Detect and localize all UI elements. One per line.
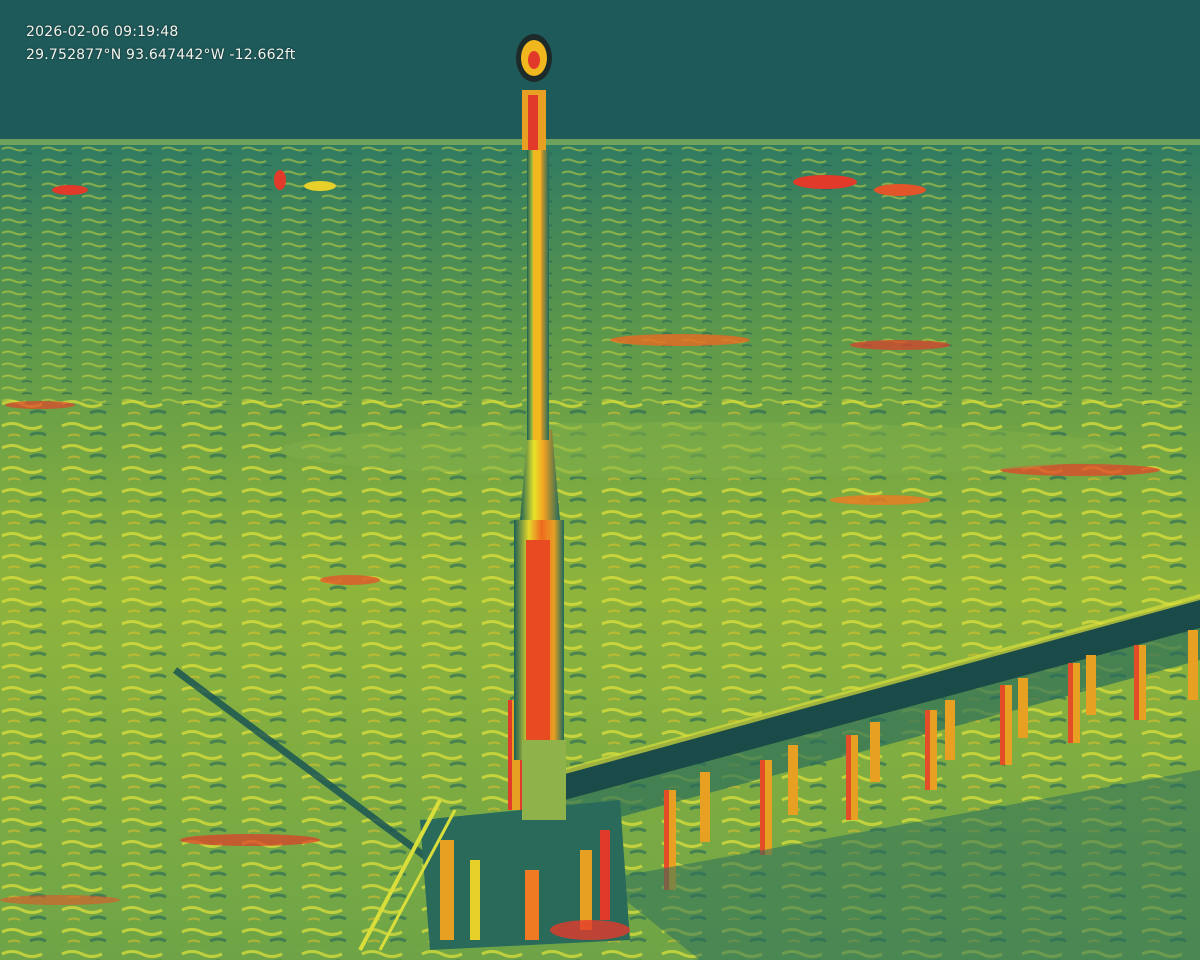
thermal-camera-view: 2026-02-06 09:19:48 29.752877°N 93.64744… (0, 0, 1200, 960)
osd-gps-coordinates: 29.752877°N 93.647442°W -12.662ft (26, 47, 296, 63)
camera-osd-overlay: 2026-02-06 09:19:48 29.752877°N 93.64744… (26, 21, 295, 67)
horizon-line (0, 139, 1200, 145)
calm-water-band (280, 422, 1120, 478)
thermal-scene (0, 0, 1200, 960)
water-ripples-far (0, 145, 1200, 405)
osd-timestamp: 2026-02-06 09:19:48 (26, 24, 179, 40)
